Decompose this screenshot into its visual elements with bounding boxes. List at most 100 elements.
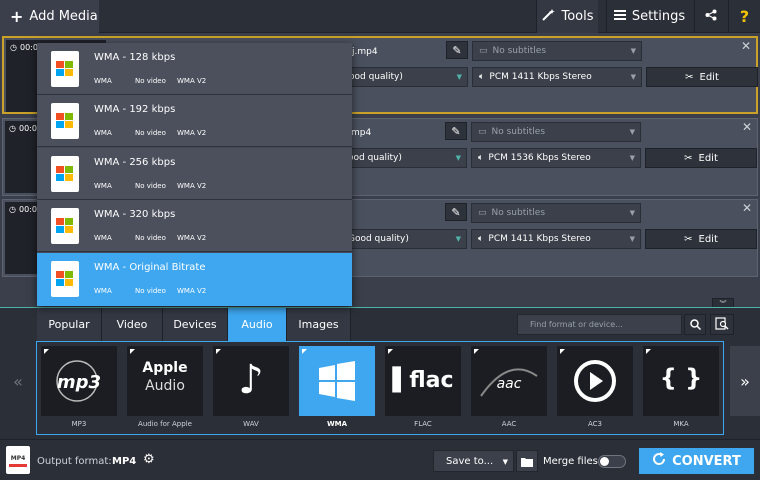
subtitles-select[interactable]: ▭ No subtitles ▼	[472, 41, 642, 61]
share-button[interactable]	[694, 0, 726, 33]
tab-popular[interactable]: Popular	[37, 308, 102, 341]
speaker-icon: 🔈︎	[478, 234, 484, 244]
format-label-selected: WMA	[326, 420, 348, 428]
output-format-icon[interactable]: MP4	[6, 446, 30, 474]
preset-codec: WMA V2	[177, 129, 207, 137]
search-button[interactable]	[684, 314, 706, 335]
preset-option[interactable]: WMA - 320 kbps WMA No video WMA V2	[37, 200, 352, 252]
scissors-icon: ✂	[684, 233, 693, 245]
scroll-left-icon[interactable]: «	[6, 346, 30, 416]
remove-file-icon[interactable]: ✕	[742, 120, 752, 134]
quality-select[interactable]: ood quality) ▼	[343, 148, 467, 168]
audio-track-select[interactable]: 🔈︎ PCM 1411 Kbps Stereo ▼	[472, 67, 642, 87]
preset-option[interactable]: WMA - 256 kbps WMA No video WMA V2	[37, 148, 352, 200]
rename-button[interactable]: ✎	[446, 41, 468, 59]
remove-file-icon[interactable]: ✕	[742, 201, 752, 215]
open-folder-button[interactable]	[516, 450, 538, 472]
settings-label: Settings	[631, 9, 686, 24]
preset-codec: WMA V2	[177, 182, 207, 190]
search-input[interactable]: Find format or device...	[517, 314, 682, 335]
refresh-icon	[652, 452, 666, 470]
format-label: Audio for Apple	[138, 420, 192, 428]
chevron-down-icon: ▼	[629, 154, 635, 162]
chevron-down-icon: ▼	[629, 235, 635, 243]
preset-codec: WMA V2	[177, 287, 207, 295]
subtitles-select[interactable]: ▭ No subtitles ▼	[471, 203, 641, 223]
chevron-down-icon: ▼	[630, 47, 636, 55]
rename-button[interactable]: ✎	[445, 203, 467, 221]
apple-logo-text: Apple	[142, 360, 188, 376]
tab-video[interactable]: Video	[102, 308, 163, 341]
preset-title: WMA - 128 kbps	[94, 52, 176, 63]
top-toolbar: + Add Media Tools Settings ?	[0, 0, 760, 33]
preset-format: WMA	[94, 182, 112, 190]
format-tile-wma[interactable]	[299, 346, 375, 416]
edit-button[interactable]: ✂ Edit	[646, 67, 758, 87]
rename-button[interactable]: ✎	[445, 122, 467, 140]
preset-option[interactable]: WMA - 128 kbps WMA No video WMA V2	[37, 43, 352, 95]
svg-text:mp3: mp3	[57, 372, 101, 393]
search-icon	[689, 315, 701, 334]
format-tile-mka[interactable]: { }	[643, 346, 719, 416]
preset-option-selected[interactable]: WMA - Original Bitrate WMA No video WMA …	[37, 253, 352, 306]
preset-video: No video	[135, 182, 166, 190]
preset-codec: WMA V2	[177, 234, 207, 242]
speech-bubble-icon: ▭	[478, 127, 487, 137]
format-label: AC3	[587, 420, 602, 428]
quality-select[interactable]: ood quality) ▼	[344, 67, 468, 87]
audio-track-select[interactable]: 🔈︎ PCM 1411 Kbps Stereo ▼	[471, 229, 641, 249]
pencil-icon: ✎	[452, 43, 462, 57]
settings-button[interactable]: Settings	[606, 0, 692, 33]
preset-title: WMA - Original Bitrate	[94, 262, 206, 273]
save-to-select[interactable]: Save to... ▼	[433, 450, 514, 472]
folder-icon	[521, 452, 533, 471]
add-media-button[interactable]: + Add Media	[0, 0, 99, 33]
windows-logo-icon	[319, 361, 355, 401]
format-tile-ac3[interactable]	[557, 346, 633, 416]
chevron-down-icon: ▼	[455, 154, 461, 162]
menu-icon	[613, 9, 626, 24]
add-media-label: Add Media	[29, 9, 98, 24]
format-label: FLAC	[414, 420, 432, 428]
windows-file-icon	[51, 103, 79, 139]
question-icon: ?	[739, 7, 750, 26]
braces-logo-icon: { }	[659, 364, 703, 392]
format-tile-apple-audio[interactable]: Apple Audio	[127, 346, 203, 416]
tab-audio[interactable]: Audio	[228, 308, 287, 341]
preset-option[interactable]: WMA - 192 kbps WMA No video WMA V2	[37, 95, 352, 147]
convert-button[interactable]: CONVERT	[639, 448, 754, 474]
output-format-value: MP4	[112, 456, 137, 467]
format-tile-wav[interactable]: ♪	[213, 346, 289, 416]
preset-format: WMA	[94, 234, 112, 242]
output-format-label: Output format:	[37, 456, 112, 467]
clock-icon: ◷	[9, 205, 16, 214]
scissors-icon: ✂	[684, 152, 693, 164]
tools-button[interactable]: Tools	[536, 0, 598, 33]
format-label: AAC	[501, 420, 517, 428]
edit-button[interactable]: ✂ Edit	[645, 148, 757, 168]
audio-track-select[interactable]: 🔈︎ PCM 1536 Kbps Stereo ▼	[471, 148, 641, 168]
format-tile-aac[interactable]: aac	[471, 346, 547, 416]
chevron-down-icon: ▼	[455, 235, 461, 243]
format-tile-mp3[interactable]: mp3	[41, 346, 117, 416]
detect-device-button[interactable]	[710, 314, 734, 335]
duration: ◷ 00:0	[10, 43, 38, 52]
audio-logo-text: Audio	[145, 378, 185, 394]
edit-button[interactable]: ✂ Edit	[645, 229, 757, 249]
pencil-icon: ✎	[451, 124, 461, 138]
scroll-right-icon[interactable]: »	[730, 346, 760, 416]
preset-format: WMA	[94, 77, 112, 85]
remove-file-icon[interactable]: ✕	[741, 39, 751, 53]
play-circle-icon	[574, 360, 616, 402]
quality-select[interactable]: Good quality) ▼	[343, 229, 467, 249]
gear-icon[interactable]: ⚙	[143, 452, 155, 467]
subtitles-select[interactable]: ▭ No subtitles ▼	[471, 122, 641, 142]
tab-images[interactable]: Images	[287, 308, 351, 341]
tab-devices[interactable]: Devices	[163, 308, 228, 341]
format-tile-flac[interactable]: ▌flac	[385, 346, 461, 416]
clock-icon: ◷	[10, 43, 17, 52]
format-label: WAV	[243, 420, 259, 428]
preset-video: No video	[135, 77, 166, 85]
help-button[interactable]: ?	[728, 0, 760, 33]
preset-video: No video	[135, 234, 166, 242]
